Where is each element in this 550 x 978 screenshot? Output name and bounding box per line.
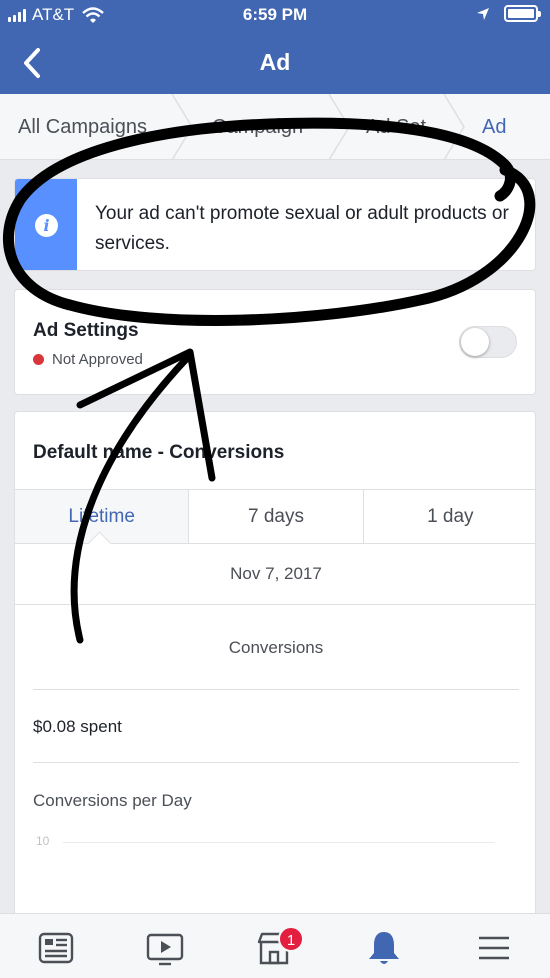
ad-active-toggle[interactable]	[459, 326, 517, 358]
breadcrumb-ad-set[interactable]: Ad Set	[366, 116, 426, 139]
status-label: Not Approved	[52, 351, 143, 368]
chart-y-tick: 10	[36, 834, 50, 848]
campaign-name: Default name - Conversions	[33, 442, 285, 463]
nav-bar: Ad	[0, 32, 550, 94]
breadcrumb-separator-icon	[171, 94, 193, 159]
divider	[15, 604, 535, 605]
date-label: Nov 7, 2017	[230, 564, 322, 583]
tab-1-day[interactable]: 1 day	[364, 490, 535, 543]
info-icon: i	[35, 214, 58, 237]
news-feed-icon[interactable]	[36, 928, 76, 968]
location-arrow-icon	[477, 7, 489, 20]
chart-title: Conversions per Day	[33, 791, 192, 810]
metric-label: Conversions	[228, 638, 324, 657]
approval-status: Not Approved	[33, 351, 143, 368]
divider	[33, 762, 519, 763]
tab-lifetime[interactable]: Lifetime	[15, 490, 190, 543]
policy-alert-card: i Your ad can't promote sexual or adult …	[14, 178, 536, 271]
breadcrumb-all-campaigns[interactable]: All Campaigns	[18, 116, 147, 139]
page-title: Ad	[259, 49, 291, 75]
alert-strip: i	[15, 179, 77, 270]
spent-suffix: spent	[80, 717, 122, 736]
ad-settings-title: Ad Settings	[33, 320, 139, 341]
status-bar: AT&T 6:59 PM	[0, 0, 550, 32]
status-right	[476, 5, 541, 22]
menu-icon[interactable]	[474, 928, 514, 968]
spent-amount: $0.08	[33, 717, 76, 736]
alert-message: Your ad can't promote sexual or adult pr…	[95, 203, 509, 254]
status-dot-icon	[33, 354, 44, 365]
breadcrumb-separator-icon	[328, 94, 350, 159]
chart-gridline	[63, 842, 495, 843]
notifications-bell-icon[interactable]	[364, 928, 404, 968]
breadcrumb: All Campaigns Campaign Ad Set Ad	[0, 94, 550, 160]
notification-badge: 1	[278, 926, 304, 952]
breadcrumb-ad[interactable]: Ad	[482, 116, 506, 139]
battery-icon	[504, 5, 541, 22]
ad-settings-card: Ad Settings Not Approved	[14, 289, 536, 395]
bottom-tab-bar	[0, 913, 550, 978]
amount-spent: $0.08 spent	[33, 717, 122, 737]
breadcrumb-separator-icon	[443, 94, 465, 159]
watch-icon[interactable]	[145, 928, 185, 968]
date-range-tabs: Lifetime 7 days 1 day	[15, 489, 535, 544]
performance-card: Default name - Conversions Lifetime 7 da…	[14, 411, 536, 921]
divider	[33, 689, 519, 690]
clock: 6:59 PM	[242, 5, 308, 24]
breadcrumb-campaign[interactable]: Campaign	[212, 116, 303, 139]
tab-7-days[interactable]: 7 days	[189, 490, 364, 543]
